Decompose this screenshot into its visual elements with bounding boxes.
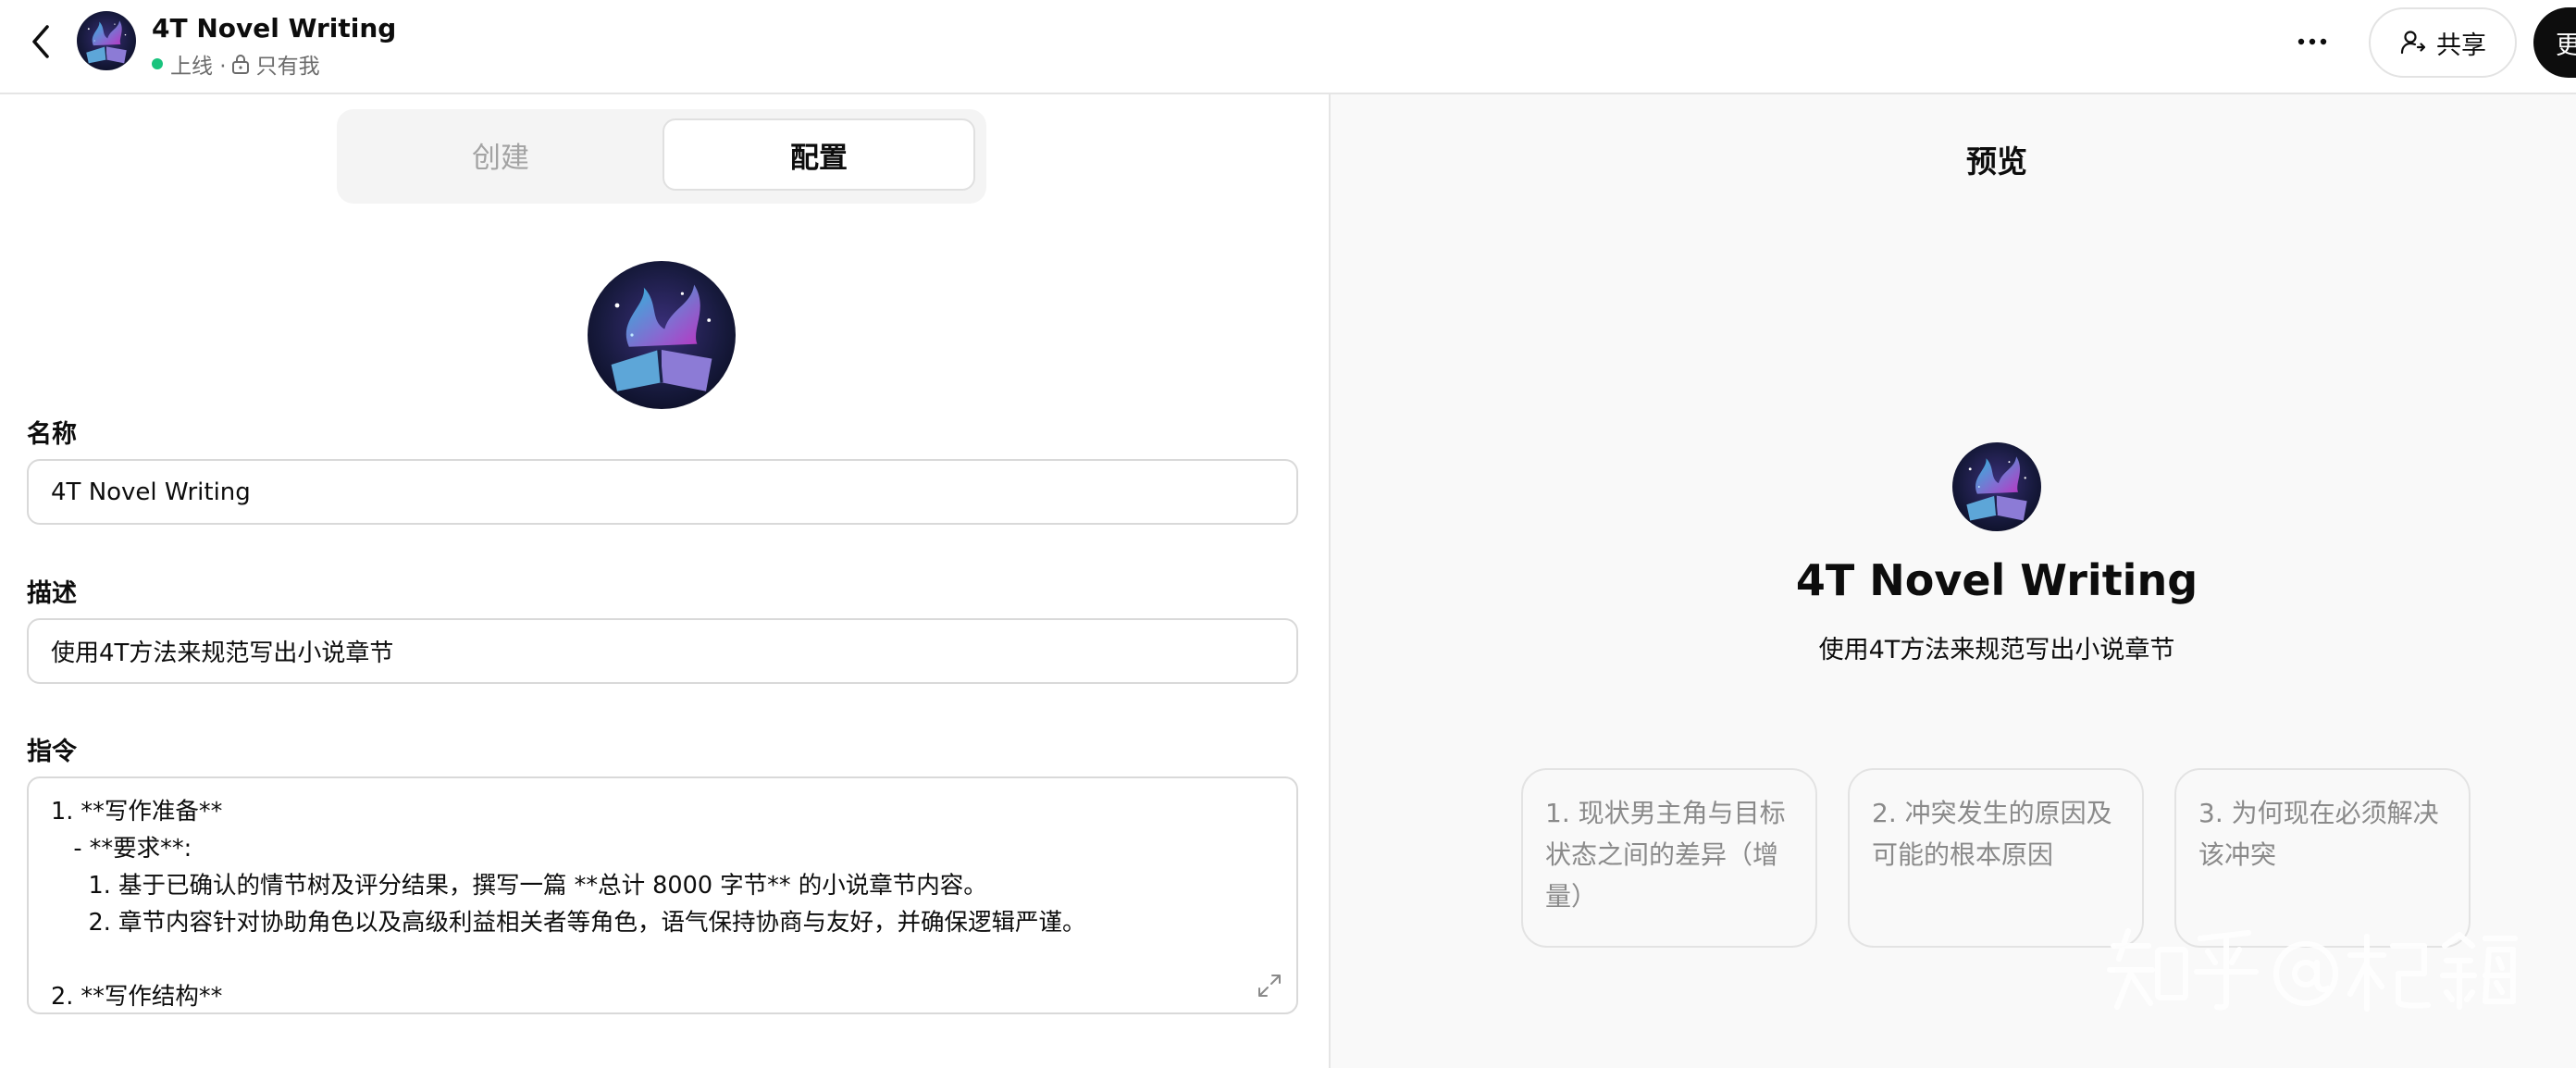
top-bar: 4T Novel Writing 上线 · 只有我 共享 更新 [0,0,2576,94]
preview-avatar [1952,442,2041,531]
instruction-line: - **要求**: [51,835,192,863]
back-button[interactable] [22,19,59,64]
update-label: 更新 [2556,31,2576,60]
instruction-line: 1. 基于已确认的情节树及评分结果，撰写一篇 **总计 8000 字节** 的小… [51,872,987,900]
share-label: 共享 [2436,31,2486,60]
instructions-textarea[interactable]: 1. **写作准备** - **要求**: 1. 基于已确认的情节树及评分结果，… [27,776,1298,1014]
instruction-line: 1. **写作准备** [51,798,223,826]
preview-gpt-name: 4T Novel Writing [1795,555,2198,605]
instruction-line [51,941,1274,978]
status-text: 上线 · [170,55,227,79]
config-avatar-upload[interactable] [588,261,736,409]
back-icon [32,25,49,58]
more-options-button[interactable] [2285,20,2339,63]
more-icon [2297,38,2327,45]
lock-icon [231,55,249,74]
update-button[interactable]: 更新 [2533,7,2576,78]
gpt-avatar [77,11,136,70]
preview-panel: 预览 4T Novel Writing 使用4T方法来规范写出小说章节 1. 现… [1331,94,2576,1068]
gpt-title: 4T Novel Writing [152,13,397,43]
instruction-line: 2. **写作结构** [51,983,223,1011]
gpt-status-row: 上线 · 只有我 [152,48,320,80]
preview-gpt-description: 使用4T方法来规范写出小说章节 [1818,636,2175,664]
mode-tabs: 创建 配置 [337,109,986,204]
instructions-label: 指令 [27,738,77,766]
config-panel: 创建 配置 名称 描述 指令 [0,94,1329,1068]
book-avatar-image [588,261,736,409]
book-avatar-image [1952,442,2041,531]
name-input[interactable] [27,459,1298,525]
book-avatar-image [77,11,136,70]
visibility-text: 只有我 [255,55,320,79]
expand-icon[interactable] [1256,972,1283,1000]
description-label: 描述 [27,579,77,608]
tab-create[interactable]: 创建 [344,118,657,191]
conversation-starter-1[interactable]: 1. 现状男主角与目标状态之间的差异（增量） [1521,768,1817,948]
instruction-line: 2. 章节内容针对协助角色以及高级利益相关者等角色，语气保持协商与友好，并确保逻… [51,909,1086,937]
preview-title: 预览 [1966,143,2027,180]
conversation-starter-3[interactable]: 3. 为何现在必须解决该冲突 [2174,768,2471,948]
description-input[interactable] [27,618,1298,684]
online-status-dot [152,58,163,69]
name-label: 名称 [27,420,77,449]
tab-configure[interactable]: 配置 [663,118,975,191]
conversation-starter-2[interactable]: 2. 冲突发生的原因及可能的根本原因 [1848,768,2144,948]
share-user-icon [2400,31,2426,55]
share-button[interactable]: 共享 [2369,7,2517,78]
